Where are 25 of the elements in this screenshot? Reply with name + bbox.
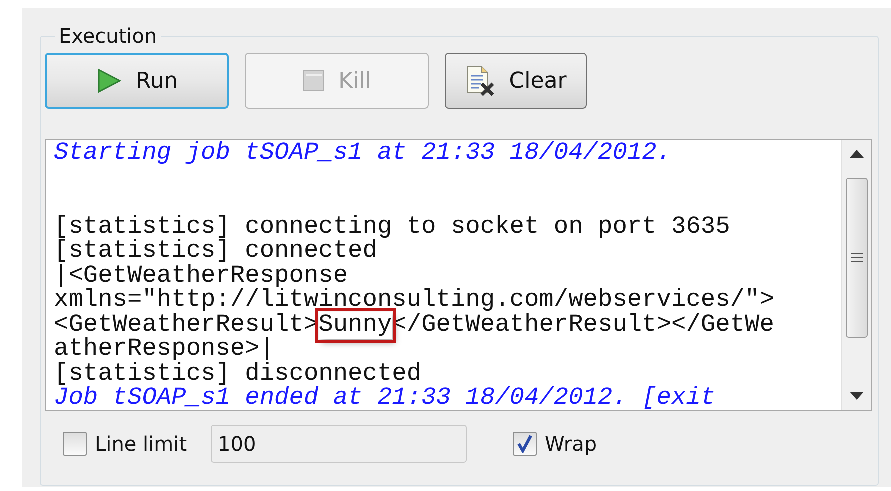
console-line: |<GetWeatherResponse: [54, 264, 348, 289]
console-line: xmlns="http://litwinconsulting.com/webservices/">: [54, 289, 776, 314]
checkbox[interactable]: [63, 432, 87, 456]
scroll-thumb[interactable]: [846, 178, 868, 338]
run-button[interactable]: Run: [45, 53, 229, 109]
console-line: [statistics] disconnected: [54, 362, 423, 387]
console-line: atherResponse>|: [54, 338, 275, 362]
play-icon: [96, 68, 122, 94]
checkbox[interactable]: [513, 432, 538, 456]
checkbox-label: Wrap: [545, 431, 598, 458]
scrollbar[interactable]: [841, 140, 871, 410]
checkbox-label: Line limit: [95, 431, 188, 458]
clear-document-icon: [465, 66, 496, 96]
console-line: [statistics] connecting to socket on port 3635: [54, 216, 732, 240]
line-limit-field[interactable]: 100: [211, 425, 468, 463]
stop-icon: [302, 70, 325, 92]
console-line: [statistics] connected: [54, 240, 378, 264]
clear-button[interactable]: Clear: [445, 53, 587, 109]
console-line: <GetWeatherResult>Sunny</GetWeatherResult></GetWe: [54, 314, 841, 338]
scroll-up-icon[interactable]: [850, 150, 864, 158]
scroll-down-icon[interactable]: [850, 392, 864, 400]
grip-icon: [850, 253, 862, 263]
console-line: Starting job tSOAP_s1 at 21:33 18/04/2012.: [54, 142, 673, 166]
console-line: Job tSOAP_s1 ended at 21:33 18/04/2012. [exit: [54, 387, 717, 410]
check-icon: [517, 435, 534, 453]
